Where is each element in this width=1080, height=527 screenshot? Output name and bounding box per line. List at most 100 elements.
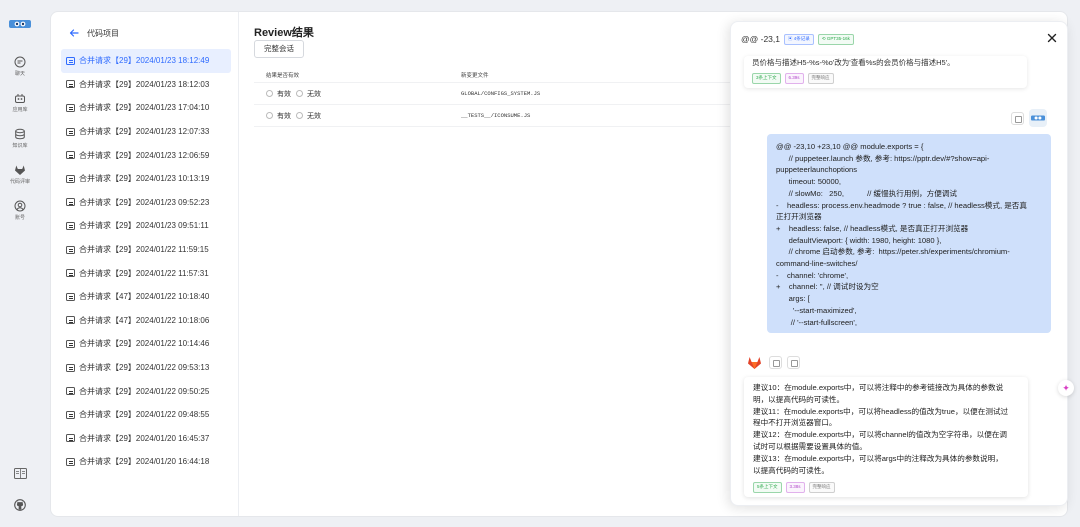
list-item-label: 合并请求【47】2024/01/22 10:18:40 xyxy=(79,292,210,302)
list-item-label: 合并请求【29】2024/01/23 17:04:10 xyxy=(79,103,210,113)
message-line: 建议12：在module.exports中，可以将channel的值改为空字符串… xyxy=(753,430,1008,440)
rail-item-knowledge[interactable]: 知识库 xyxy=(0,128,40,149)
list-item[interactable]: 合并请求【29】2024/01/23 10:13:19 xyxy=(61,167,231,191)
validity-radio-group: 有效 无效 xyxy=(254,111,461,121)
list-item-label: 合并请求【29】2024/01/23 12:06:59 xyxy=(79,150,210,160)
list-item[interactable]: 合并请求【29】2024/01/22 09:48:55 xyxy=(61,403,231,427)
message-text: 员价格与描述H5-%s-%o'改为'查看%s的会员价格与描述H5'。 xyxy=(752,58,955,67)
radio-label: 无效 xyxy=(307,112,321,120)
copy-icon[interactable] xyxy=(1011,111,1024,125)
rail-github[interactable] xyxy=(0,499,40,513)
list-item-label: 合并请求【47】2024/01/22 10:18:06 xyxy=(79,315,210,325)
message-line: 试时可以根据需要设置具体的值。 xyxy=(753,441,867,451)
message-tags: 5条上下文 3.38s 完整响应 xyxy=(753,480,1019,493)
list-item-label: 合并请求【29】2024/01/23 10:13:19 xyxy=(79,174,210,184)
review-table: 结果是否有效 新变更文件 有效 无效 GLOBAL/CONFIGS_SYSTEM.J… xyxy=(254,67,734,127)
radio-valid[interactable]: 有效 xyxy=(266,89,291,99)
context-tag[interactable]: 5条上下文 xyxy=(753,481,782,493)
radio-circle xyxy=(296,112,303,119)
list-item[interactable]: 合并请求【29】2024/01/23 18:12:03 xyxy=(61,73,231,97)
rail-item-apps[interactable]: 应用库 xyxy=(0,92,40,113)
message-tags: 3条上下文 6.39s 完整响应 xyxy=(752,72,1019,84)
list-item[interactable]: 合并请求【29】2024/01/20 16:45:37 xyxy=(61,427,231,451)
radio-valid[interactable]: 有效 xyxy=(266,111,291,121)
table-row: 有效 无效 __TESTS__/ICONSUME.JS xyxy=(254,105,734,127)
message-line: 建议10：在module.exports中，可以将注释中的参考链接改为具体的参数… xyxy=(753,383,1004,392)
merge-request-icon xyxy=(66,316,75,325)
message-line: + headless: false, // headless模式, 是否真正打开… xyxy=(776,223,969,233)
rail-item-chat[interactable]: 聊天 xyxy=(0,56,40,77)
message-line: 以提高代码的可读性。 xyxy=(753,465,829,475)
list-item-label: 合并请求【29】2024/01/22 11:57:31 xyxy=(79,268,209,278)
table-header: 结果是否有效 新变更文件 xyxy=(254,67,734,83)
merge-request-icon xyxy=(66,292,75,301)
list-item[interactable]: 合并请求【29】2024/01/22 09:50:25 xyxy=(61,379,231,403)
ai-assistant-sparkle-icon[interactable]: ✦ xyxy=(1058,380,1074,396)
message-line: args: [ xyxy=(776,294,810,304)
chat-drawer: @@ -23,1 ▣ 4条记录 ⟲ GPT35-16k 员价格与描述H5-%s-… xyxy=(730,21,1068,506)
copy-icon[interactable] xyxy=(769,356,782,369)
list-item[interactable]: 合并请求【47】2024/01/22 10:18:40 xyxy=(61,285,231,309)
list-item[interactable]: 合并请求【29】2024/01/22 11:57:31 xyxy=(61,261,231,285)
list-item[interactable]: 合并请求【29】2024/01/23 09:52:23 xyxy=(61,191,231,215)
context-tag[interactable]: 3条上下文 xyxy=(752,72,781,84)
user-avatar xyxy=(1029,109,1047,127)
radio-circle xyxy=(266,112,273,119)
close-icon[interactable] xyxy=(1047,33,1057,43)
message-line: '--start-maximized', xyxy=(776,305,857,315)
robot-icon xyxy=(15,94,25,103)
list-item[interactable]: 合并请求【29】2024/01/22 09:53:13 xyxy=(61,356,231,380)
github-icon xyxy=(14,499,26,511)
merge-request-icon xyxy=(66,174,75,183)
list-item-label: 合并请求【29】2024/01/23 18:12:49 xyxy=(79,56,210,66)
rail-label: 代码评审 xyxy=(9,179,30,185)
rail-docs[interactable] xyxy=(0,468,40,481)
drawer-header: @@ -23,1 ▣ 4条记录 ⟲ GPT35-16k xyxy=(731,22,1067,56)
back-arrow-icon[interactable] xyxy=(67,26,81,40)
rail-item-code-review[interactable]: 代码评审 xyxy=(0,164,40,185)
list-item[interactable]: 合并请求【29】2024/01/23 09:51:11 xyxy=(61,214,231,238)
message-line: + channel: '', // 调试时设为空 xyxy=(776,282,879,292)
rail-label: 知识库 xyxy=(12,143,28,149)
time-tag: 6.39s xyxy=(784,72,804,84)
list-item[interactable]: 合并请求【29】2024/01/20 16:44:18 xyxy=(61,450,231,474)
rail-label: 应用库 xyxy=(12,107,28,113)
list-item[interactable]: 合并请求【29】2024/01/23 12:07:33 xyxy=(61,120,231,144)
merge-request-icon xyxy=(66,56,75,65)
message-line: 建议13：在module.exports中，可以将args中的注释改为具体的参数… xyxy=(753,453,1003,463)
book-icon xyxy=(13,468,27,479)
message-line: command-line-switches/ xyxy=(776,259,858,269)
message-line: 正打开浏览器 xyxy=(776,212,822,222)
list-item-label: 合并请求【29】2024/01/22 10:14:46 xyxy=(79,339,210,349)
app-logo-icon xyxy=(1031,115,1045,121)
list-item-label: 合并请求【29】2024/01/22 11:59:15 xyxy=(79,245,209,255)
records-badge-label: 4条记录 xyxy=(793,36,810,41)
list-item[interactable]: 合并请求【29】2024/01/22 11:59:15 xyxy=(61,238,231,262)
list-item[interactable]: 合并请求【29】2024/01/22 10:14:46 xyxy=(61,332,231,356)
database-icon xyxy=(15,128,25,140)
list-item[interactable]: 合并请求【29】2024/01/23 18:12:49 xyxy=(61,49,231,73)
gitlab-icon xyxy=(15,165,25,175)
message-line: timeout: 50000, xyxy=(776,177,842,187)
radio-invalid[interactable]: 无效 xyxy=(296,89,321,99)
full-session-button[interactable]: 完整会话 xyxy=(254,40,304,58)
merge-request-icon xyxy=(66,221,75,230)
full-response-tag[interactable]: 完整响应 xyxy=(807,72,834,84)
changed-file[interactable]: __TESTS__/ICONSUME.JS xyxy=(461,112,734,119)
merge-request-icon xyxy=(66,363,75,372)
column-header-file: 新变更文件 xyxy=(461,72,489,79)
list-item[interactable]: 合并请求【47】2024/01/22 10:18:06 xyxy=(61,309,231,333)
message-line: - channel: 'chrome', xyxy=(776,270,849,280)
radio-label: 有效 xyxy=(277,112,291,120)
radio-invalid[interactable]: 无效 xyxy=(296,111,321,121)
list-item[interactable]: 合并请求【29】2024/01/23 17:04:10 xyxy=(61,96,231,120)
app-logo-icon[interactable] xyxy=(9,18,31,30)
changed-file[interactable]: GLOBAL/CONFIGS_SYSTEM.JS xyxy=(461,90,734,97)
full-response-tag[interactable]: 完整响应 xyxy=(808,481,835,493)
list-item[interactable]: 合并请求【29】2024/01/23 12:06:59 xyxy=(61,143,231,167)
edit-icon[interactable] xyxy=(787,356,800,369)
chat-icon xyxy=(14,56,26,68)
merge-request-icon xyxy=(66,410,75,419)
rail-item-account[interactable]: 账号 xyxy=(0,200,40,221)
list-item-label: 合并请求【29】2024/01/23 09:52:23 xyxy=(79,197,210,207)
